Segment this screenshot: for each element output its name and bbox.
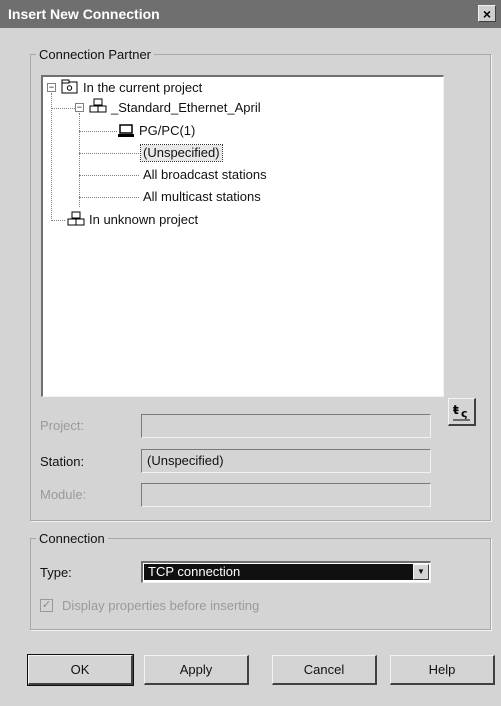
- tree-connector: [51, 220, 65, 221]
- cancel-button[interactable]: Cancel: [272, 655, 377, 685]
- close-icon: ×: [482, 6, 492, 22]
- tree-node-unspecified[interactable]: (Unspecified): [140, 144, 223, 162]
- ok-button[interactable]: OK: [27, 654, 134, 686]
- filter-button[interactable]: ŧ ς: [448, 398, 476, 426]
- tree-node-multicast[interactable]: All multicast stations: [143, 189, 261, 205]
- connection-type-value: TCP connection: [144, 564, 416, 580]
- tree-connector: [51, 108, 75, 109]
- connection-partner-label: Connection Partner: [36, 47, 155, 63]
- tree-node-project[interactable]: _Standard_Ethernet_April: [111, 100, 261, 116]
- tree-node-broadcast[interactable]: All broadcast stations: [143, 167, 267, 183]
- project-label: Project:: [40, 418, 85, 433]
- title-bar: Insert New Connection ×: [0, 0, 501, 28]
- tree-connector: [79, 175, 139, 176]
- tree-node-current-project[interactable]: In the current project: [83, 80, 202, 96]
- project-folder-icon: [61, 79, 78, 94]
- svg-text:ς: ς: [461, 407, 468, 420]
- help-button[interactable]: Help: [390, 655, 495, 685]
- tree-connector: [79, 153, 139, 154]
- collapse-icon[interactable]: −: [75, 103, 84, 112]
- station-field: (Unspecified): [141, 449, 431, 473]
- tree-node-unknown-project[interactable]: In unknown project: [89, 212, 198, 228]
- tree-node-pgpc[interactable]: PG/PC(1): [139, 123, 195, 139]
- module-label: Module:: [40, 487, 87, 502]
- network-stations-icon: [89, 98, 107, 113]
- apply-button[interactable]: Apply: [144, 655, 249, 685]
- station-label: Station:: [40, 454, 85, 469]
- partner-tree[interactable]: − In the current project − _Standard_Eth…: [41, 75, 444, 397]
- filter-icon: ŧ ς: [453, 403, 470, 421]
- connection-group-label: Connection: [36, 531, 108, 547]
- display-properties-checkbox[interactable]: ✓: [40, 599, 53, 612]
- tree-connector: [79, 197, 139, 198]
- connection-group: [30, 538, 491, 630]
- close-button[interactable]: ×: [478, 5, 496, 22]
- dialog-title: Insert New Connection: [8, 6, 160, 22]
- network-stations-icon: [67, 211, 85, 226]
- type-label: Type:: [40, 565, 72, 580]
- tree-connector: [79, 113, 80, 207]
- module-field: [141, 483, 431, 507]
- connection-type-select[interactable]: TCP connection ▼: [141, 561, 431, 583]
- tree-connector: [79, 131, 117, 132]
- checkmark-icon: ✓: [41, 599, 52, 611]
- svg-text:ŧ: ŧ: [453, 403, 459, 417]
- project-field: [141, 414, 431, 438]
- tree-connector: [51, 93, 52, 221]
- collapse-icon[interactable]: −: [47, 83, 56, 92]
- dropdown-arrow-icon[interactable]: ▼: [413, 564, 429, 580]
- display-properties-label: Display properties before inserting: [62, 598, 260, 613]
- pgpc-icon: [118, 124, 134, 137]
